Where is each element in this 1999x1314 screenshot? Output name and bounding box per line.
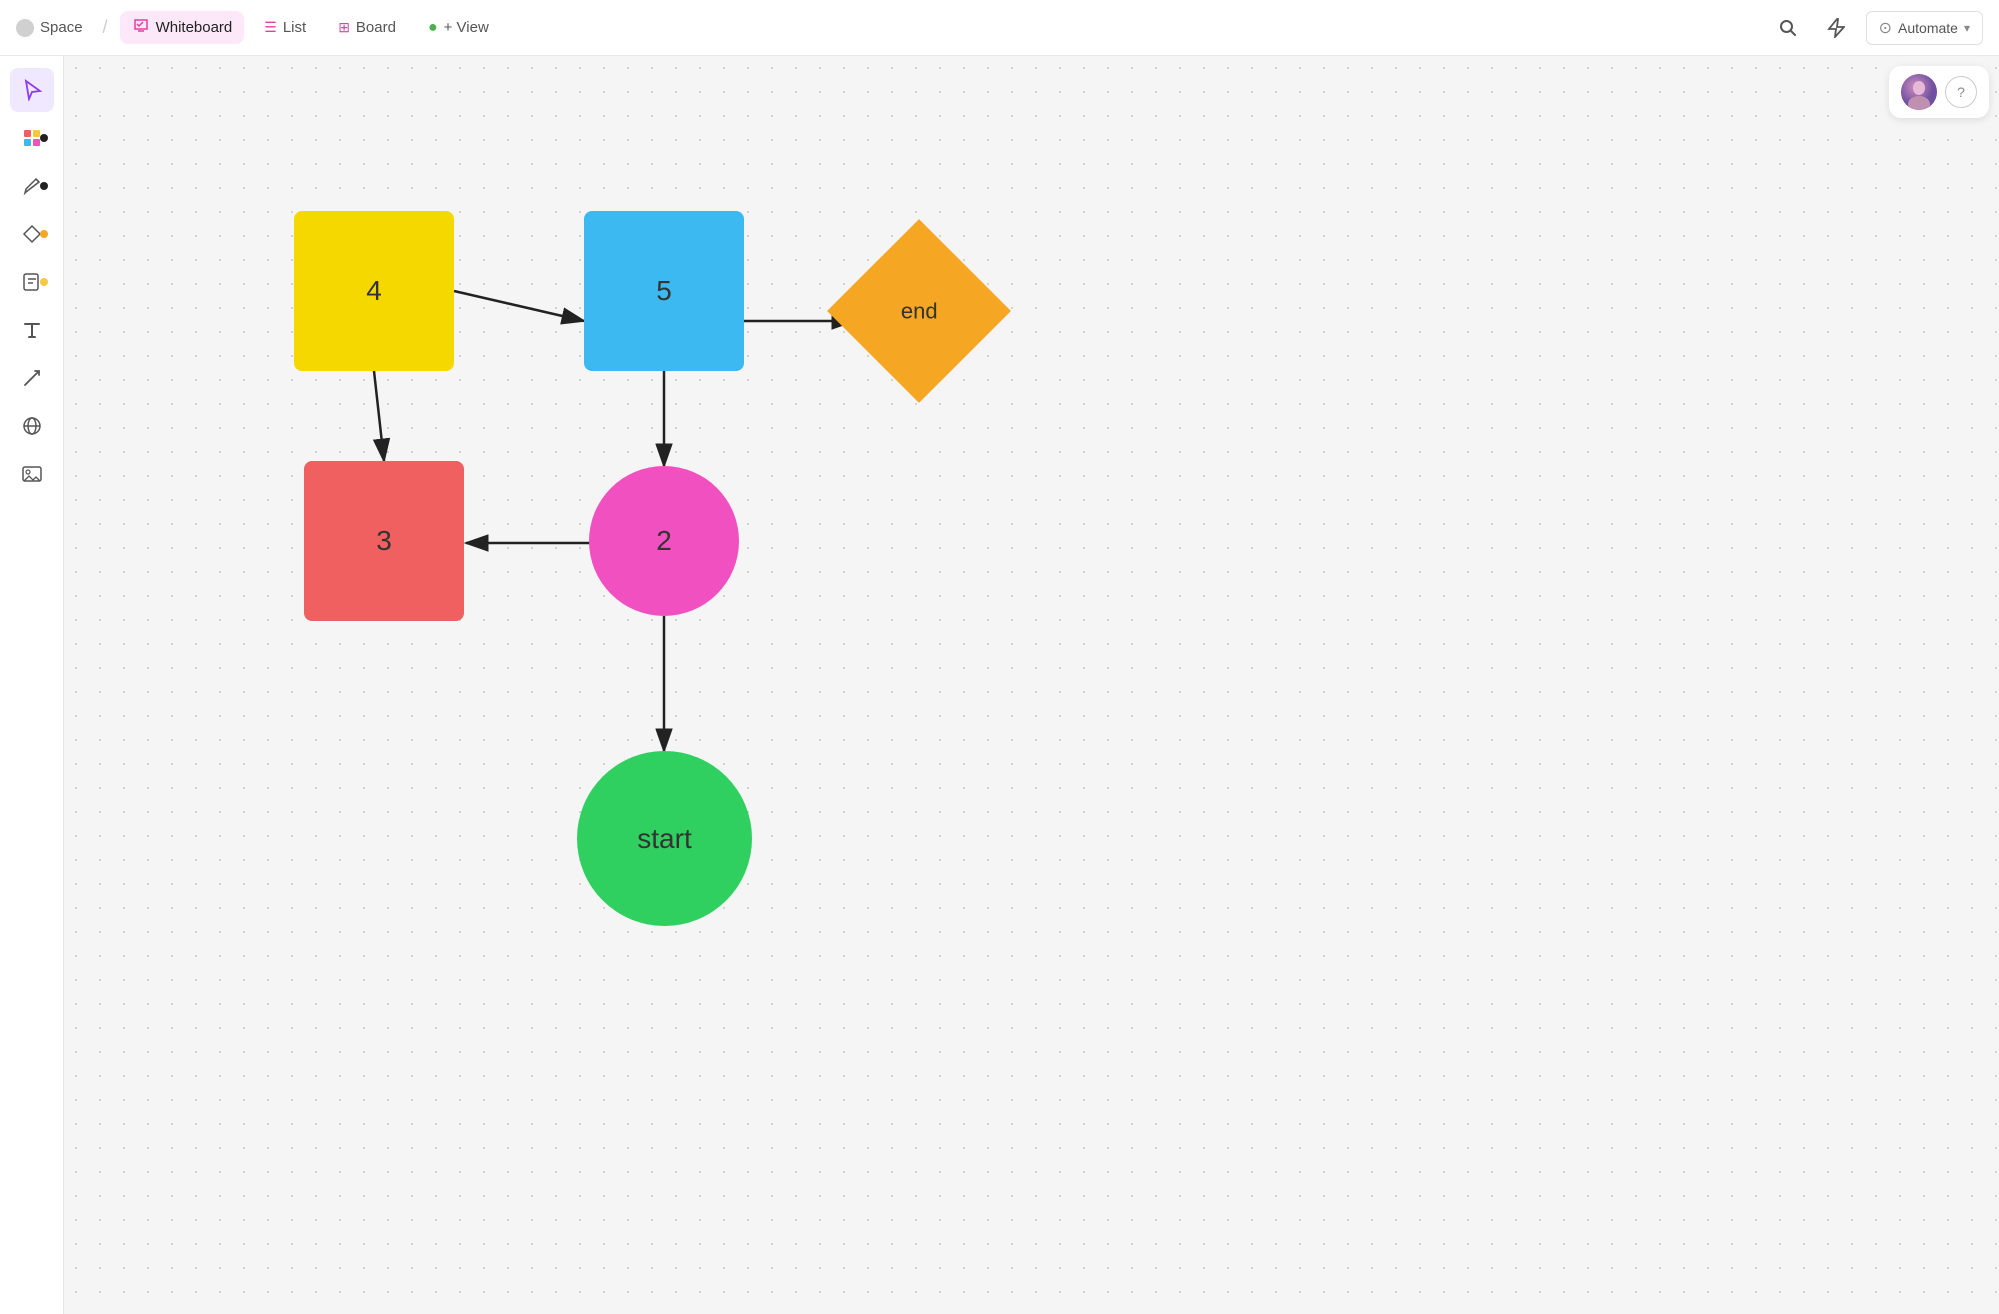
- arrow-4-to-5: [454, 291, 584, 321]
- shape-tool-indicator: [40, 230, 48, 238]
- topbar: Space / Whiteboard ☰ List ⊞ Board ● + Vi…: [0, 0, 1999, 56]
- add-view-icon: ●: [428, 19, 438, 37]
- note-tool-indicator: [40, 278, 48, 286]
- node-3-label: 3: [376, 525, 392, 557]
- topbar-right: ⊙ Automate ▾: [1770, 10, 1983, 46]
- canvas-area[interactable]: 4 5 end 3 2 start: [64, 56, 1999, 1314]
- node-5-label: 5: [656, 275, 672, 307]
- list-tab-icon: ☰: [264, 19, 277, 36]
- add-view-label: + View: [444, 19, 489, 36]
- node-end[interactable]: end: [827, 219, 1011, 403]
- node-2[interactable]: 2: [589, 466, 739, 616]
- tab-whiteboard[interactable]: Whiteboard: [120, 11, 245, 44]
- text-tool[interactable]: [10, 308, 54, 352]
- draw-tool[interactable]: [10, 116, 54, 160]
- node-start-label: start: [637, 823, 691, 855]
- note-tool[interactable]: [10, 260, 54, 304]
- tab-add-view[interactable]: ● + View: [416, 13, 501, 43]
- list-tab-label: List: [283, 19, 306, 36]
- user-panel: ?: [1889, 66, 1989, 118]
- node-3[interactable]: 3: [304, 461, 464, 621]
- draw-tool-indicator: [40, 134, 48, 142]
- shape-tool[interactable]: [10, 212, 54, 256]
- node-end-label: end: [901, 298, 938, 324]
- node-4[interactable]: 4: [294, 211, 454, 371]
- node-5[interactable]: 5: [584, 211, 744, 371]
- nav-divider: /: [103, 17, 108, 38]
- globe-tool[interactable]: [10, 404, 54, 448]
- space-nav[interactable]: Space: [16, 19, 83, 37]
- pen-tool-indicator: [40, 182, 48, 190]
- space-label[interactable]: Space: [40, 19, 83, 36]
- whiteboard-tab-icon: [132, 17, 150, 38]
- image-tool[interactable]: [10, 452, 54, 496]
- automate-button[interactable]: ⊙ Automate ▾: [1866, 11, 1983, 45]
- board-tab-label: Board: [356, 19, 396, 36]
- left-toolbar: [0, 56, 64, 1314]
- space-icon: [16, 19, 34, 37]
- tab-list[interactable]: ☰ List: [252, 13, 318, 42]
- node-4-label: 4: [366, 275, 382, 307]
- help-icon: ?: [1957, 84, 1965, 100]
- help-button[interactable]: ?: [1945, 76, 1977, 108]
- lightning-button[interactable]: [1818, 10, 1854, 46]
- node-2-label: 2: [656, 525, 672, 557]
- node-start[interactable]: start: [577, 751, 752, 926]
- automate-chevron-icon: ▾: [1964, 21, 1970, 35]
- arrow-4-to-3: [374, 371, 384, 461]
- search-button[interactable]: [1770, 10, 1806, 46]
- main-area: 4 5 end 3 2 start: [0, 56, 1999, 1314]
- automate-label: Automate: [1898, 20, 1958, 36]
- arrow-connector-tool[interactable]: [10, 356, 54, 400]
- board-tab-icon: ⊞: [338, 19, 350, 36]
- whiteboard-tab-label: Whiteboard: [156, 19, 233, 36]
- automate-icon: ⊙: [1879, 18, 1892, 38]
- tab-board[interactable]: ⊞ Board: [326, 13, 408, 42]
- pen-tool[interactable]: [10, 164, 54, 208]
- select-tool[interactable]: [10, 68, 54, 112]
- user-avatar[interactable]: [1901, 74, 1937, 110]
